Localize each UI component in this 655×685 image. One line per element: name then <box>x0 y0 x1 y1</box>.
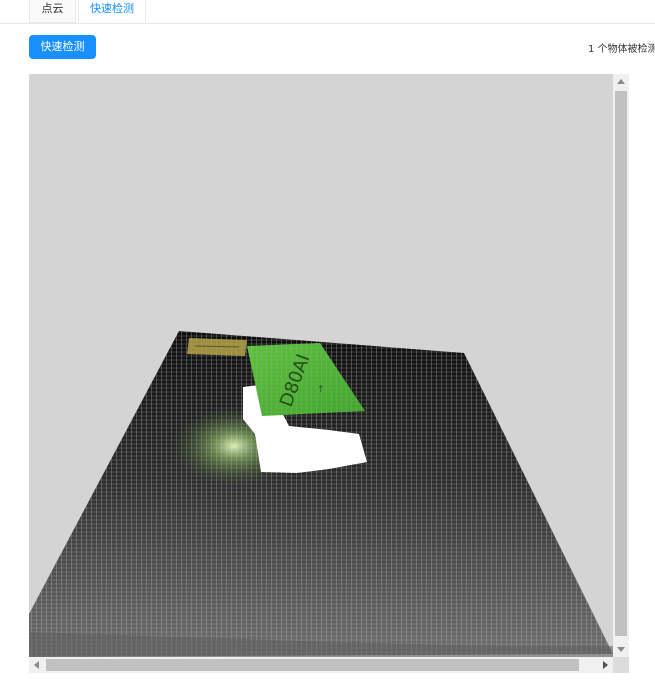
detection-status-text: 1 个物体被检测 <box>588 44 655 55</box>
scroll-up-icon[interactable] <box>617 79 625 84</box>
card-arrow-text: ↑ <box>317 385 325 395</box>
vertical-scroll-thumb[interactable] <box>615 91 627 636</box>
tab-point-cloud[interactable]: 点云 <box>29 0 76 23</box>
scrollbar-corner <box>613 657 629 673</box>
horizontal-scrollbar[interactable] <box>29 657 613 673</box>
tab-bar: 点云 快速检测 <box>0 0 655 24</box>
vertical-scrollbar[interactable] <box>613 74 629 657</box>
quick-detect-button[interactable]: 快速检测 <box>29 35 96 59</box>
horizontal-scroll-thumb[interactable] <box>46 659 579 671</box>
point-cloud-viewer[interactable]: D80AI ↑ <box>29 74 613 657</box>
tab-quick-detect[interactable]: 快速检测 <box>78 0 146 23</box>
scroll-right-icon[interactable] <box>603 661 608 669</box>
scroll-left-icon[interactable] <box>34 661 39 669</box>
scroll-down-icon[interactable] <box>617 647 625 652</box>
